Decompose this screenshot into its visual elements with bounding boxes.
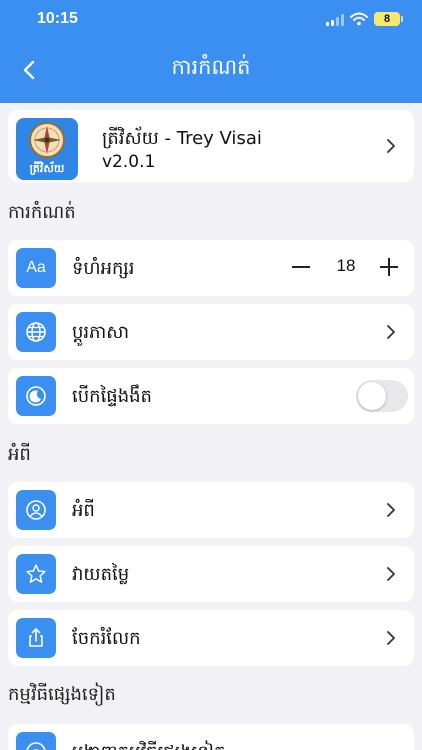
more-apps-label: បង្ហាញកម្មវិធីផ្សេងទៀត bbox=[72, 740, 226, 750]
dark-mode-row: បើកផ្ទៃងងឹត bbox=[8, 368, 414, 424]
page-title: ការកំណត់ bbox=[171, 55, 251, 79]
section-header-settings: ការកំណត់ bbox=[8, 202, 76, 223]
cellular-signal-icon bbox=[326, 14, 344, 26]
apps-icon bbox=[16, 732, 56, 750]
language-row[interactable]: ប្តូរភាសា bbox=[8, 304, 414, 360]
font-size-value: 18 bbox=[336, 256, 356, 275]
font-size-row: Aa ទំហំអក្សរ 18 bbox=[8, 240, 414, 296]
app-info-card[interactable]: ត្រីវិស័យ ត្រីវិស័យ - Trey Visai v2.0.1 bbox=[8, 110, 414, 182]
chevron-right-icon bbox=[387, 325, 395, 339]
compass-icon: ត្រីវិស័យ bbox=[16, 118, 78, 180]
nav-header: 10:15 8 ការកំណត់ bbox=[0, 0, 422, 103]
dark-mode-toggle[interactable] bbox=[356, 380, 408, 412]
rate-row[interactable]: វាយតម្លៃ bbox=[8, 546, 414, 602]
share-label: ចែករំលែក bbox=[72, 628, 141, 649]
about-label: អំពី bbox=[72, 500, 95, 521]
app-icon-label: ត្រីវិស័យ bbox=[29, 162, 65, 175]
share-row[interactable]: ចែករំលែក bbox=[8, 610, 414, 666]
text-size-icon: Aa bbox=[16, 248, 56, 288]
user-circle-icon bbox=[16, 490, 56, 530]
more-apps-row[interactable]: បង្ហាញកម្មវិធីផ្សេងទៀត bbox=[8, 724, 414, 750]
status-bar: 10:15 8 bbox=[0, 0, 422, 40]
increase-font-button-vertical[interactable] bbox=[388, 258, 390, 276]
app-version: v2.0.1 bbox=[102, 152, 156, 172]
chevron-right-icon bbox=[387, 139, 395, 153]
about-row[interactable]: អំពី bbox=[8, 482, 414, 538]
language-label: ប្តូរភាសា bbox=[72, 322, 130, 343]
battery-icon: 8 bbox=[374, 12, 403, 26]
chevron-right-icon bbox=[387, 567, 395, 581]
globe-icon bbox=[16, 312, 56, 352]
wifi-icon bbox=[350, 12, 368, 26]
dark-mode-label: បើកផ្ទៃងងឹត bbox=[72, 386, 152, 407]
chevron-right-icon bbox=[387, 631, 395, 645]
font-size-stepper: 18 bbox=[292, 252, 400, 282]
moon-icon bbox=[16, 376, 56, 416]
app-name: ត្រីវិស័យ - Trey Visai bbox=[102, 128, 262, 149]
toggle-knob bbox=[358, 382, 386, 410]
decrease-font-button[interactable] bbox=[292, 266, 310, 268]
chevron-right-icon bbox=[387, 503, 395, 517]
rate-label: វាយតម្លៃ bbox=[72, 564, 130, 585]
share-icon bbox=[16, 618, 56, 658]
section-header-other-apps: កម្មវិធីផ្សេងទៀត bbox=[8, 684, 116, 705]
status-time: 10:15 bbox=[37, 10, 78, 27]
font-size-label: ទំហំអក្សរ bbox=[72, 258, 135, 279]
section-header-about: អំពី bbox=[8, 444, 31, 465]
star-icon bbox=[16, 554, 56, 594]
